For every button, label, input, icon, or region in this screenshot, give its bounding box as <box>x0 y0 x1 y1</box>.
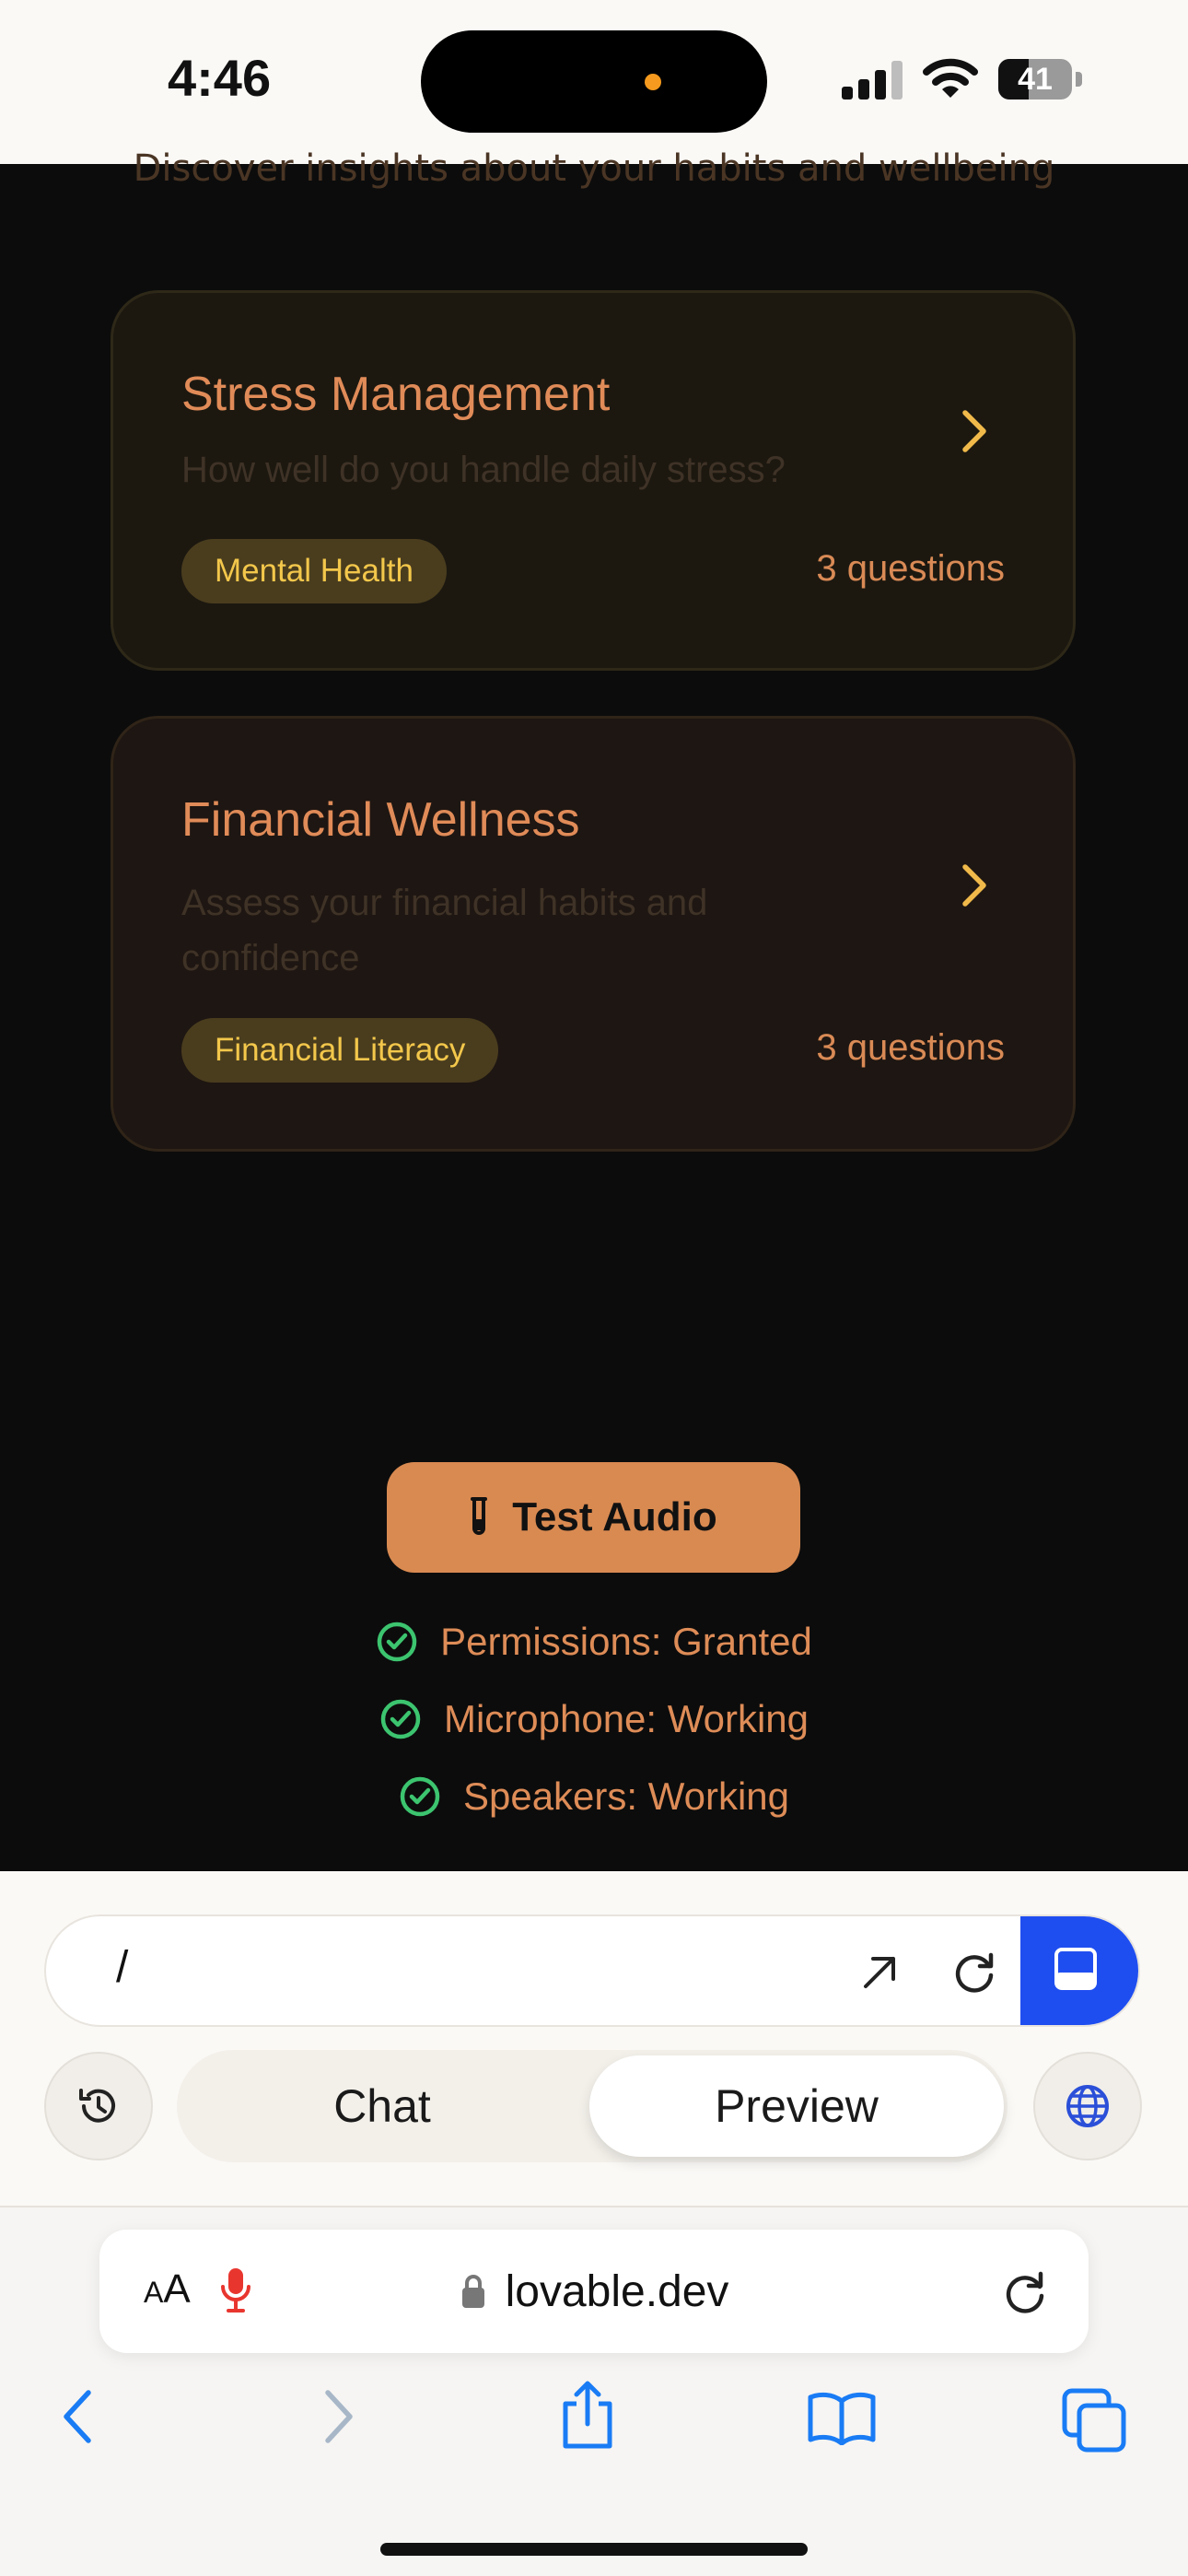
quiz-category-tag: Financial Literacy <box>181 1018 499 1083</box>
tab-preview[interactable]: Preview <box>589 2055 1004 2157</box>
test-audio-label: Test Audio <box>512 1494 717 1540</box>
forward-icon[interactable] <box>317 2387 357 2446</box>
test-audio-button[interactable]: Test Audio <box>387 1462 800 1573</box>
quiz-description: How well do you handle daily stress? <box>181 450 786 490</box>
wifi-icon <box>923 58 978 98</box>
reload-icon[interactable] <box>949 1946 1000 1997</box>
reload-icon[interactable] <box>1000 2266 1050 2316</box>
quiz-question-count: 3 questions <box>816 548 1005 589</box>
status-time: 4:46 <box>168 49 272 107</box>
language-button[interactable] <box>1033 2052 1142 2160</box>
check-circle-icon <box>380 1699 421 1739</box>
history-button[interactable] <box>44 2052 153 2160</box>
bookmarks-icon[interactable] <box>807 2390 877 2445</box>
signal-icon <box>842 61 903 100</box>
audio-check-permissions: Permissions: Granted <box>0 1620 1188 1664</box>
privacy-indicator-dot <box>645 74 661 90</box>
tab-chat[interactable]: Chat <box>177 2050 588 2162</box>
view-mode-toggle: Chat Preview <box>177 2050 1007 2162</box>
address-bar[interactable]: AA lovable.dev <box>99 2230 1089 2353</box>
tabs-icon[interactable] <box>1061 2387 1127 2453</box>
audio-check-microphone: Microphone: Working <box>0 1697 1188 1741</box>
url-text: lovable.dev <box>505 2266 729 2316</box>
check-circle-icon <box>400 1776 440 1817</box>
preview-path-text: / <box>116 1943 129 1992</box>
panel-toggle-button[interactable] <box>1020 1916 1138 2025</box>
share-icon[interactable] <box>558 2378 617 2452</box>
battery-percentage: 41 <box>1018 62 1053 97</box>
globe-icon <box>1066 2085 1109 2127</box>
home-indicator <box>380 2543 808 2556</box>
quiz-card-financial-wellness[interactable]: Financial Wellness Assess your financial… <box>111 716 1076 1152</box>
quiz-card-stress-management[interactable]: Stress Management How well do you handle… <box>111 290 1076 671</box>
audio-check-text: Speakers: Working <box>462 1774 790 1818</box>
panel-toggle-icon <box>1054 1948 1097 1990</box>
quiz-description: Assess your financial habits and confide… <box>181 883 708 978</box>
open-external-icon[interactable] <box>856 1948 904 1996</box>
quiz-title: Financial Wellness <box>181 793 580 847</box>
dynamic-island <box>421 30 767 133</box>
lovable-preview-toolbar: / Chat Preview <box>0 1871 1188 2207</box>
chevron-right-icon <box>962 864 986 907</box>
back-icon[interactable] <box>59 2387 99 2446</box>
chevron-right-icon <box>962 410 986 452</box>
test-tube-icon <box>471 1497 488 1535</box>
quiz-title: Stress Management <box>181 368 611 421</box>
preview-path-field[interactable]: / <box>44 1914 1140 2027</box>
check-circle-icon <box>377 1622 417 1662</box>
battery-icon: 41 <box>998 59 1083 100</box>
status-bar: 4:46 41 <box>0 0 1188 164</box>
audio-check-text: Microphone: Working <box>443 1697 809 1740</box>
lock-icon <box>461 2275 484 2308</box>
safari-toolbar: AA lovable.dev <box>0 2207 1188 2576</box>
quiz-category-tag: Mental Health <box>181 539 447 603</box>
audio-check-text: Permissions: Granted <box>440 1620 812 1663</box>
quiz-question-count: 3 questions <box>816 1027 1005 1068</box>
history-icon <box>79 2089 115 2123</box>
page-subtitle: Discover insights about your habits and … <box>133 147 1055 190</box>
audio-check-speakers: Speakers: Working <box>0 1774 1188 1819</box>
